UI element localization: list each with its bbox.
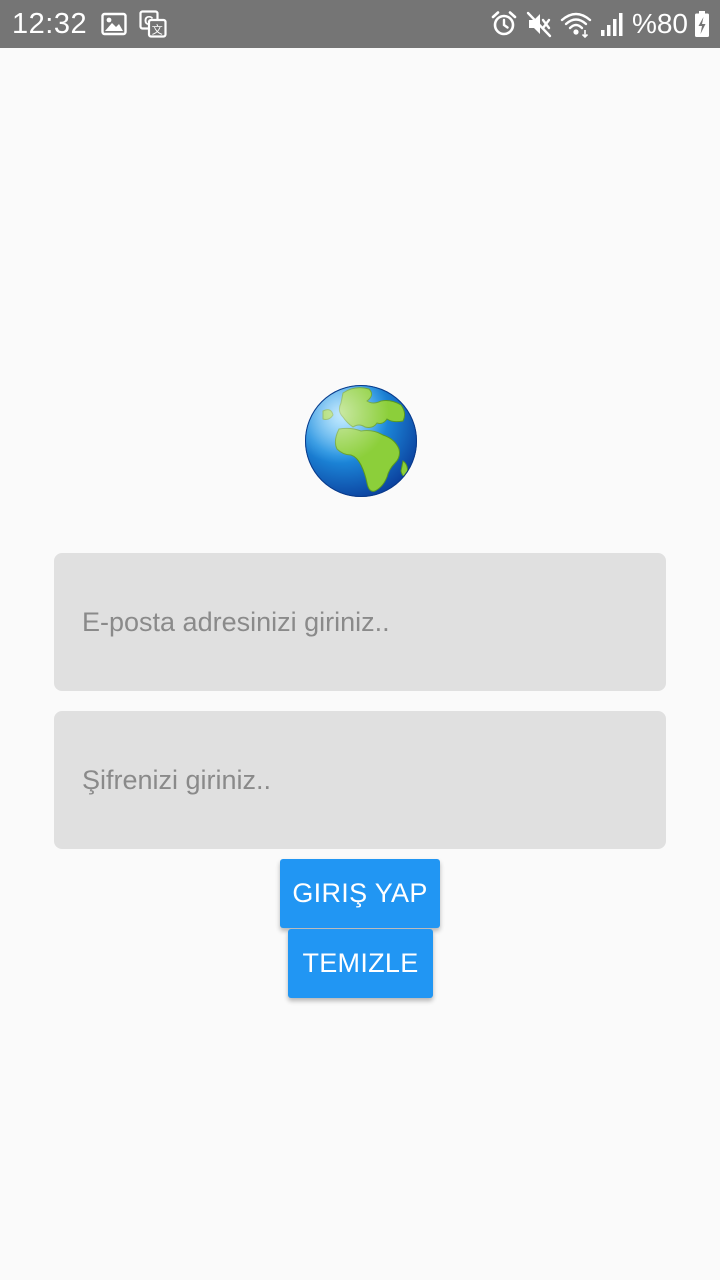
mute-icon — [526, 10, 552, 38]
signal-icon — [600, 11, 624, 37]
battery-percentage: %80 — [631, 8, 688, 39]
svg-text:文: 文 — [152, 23, 163, 37]
password-field[interactable] — [54, 711, 666, 849]
email-field[interactable] — [54, 553, 666, 691]
globe-logo-icon — [303, 383, 419, 499]
battery-charging-icon — [694, 10, 710, 38]
password-input[interactable] — [82, 764, 638, 796]
alarm-icon — [490, 10, 518, 38]
clear-button[interactable]: TEMIZLE — [288, 929, 433, 998]
wifi-icon — [560, 10, 592, 38]
status-bar-right: %80 — [490, 8, 710, 40]
image-icon — [101, 12, 127, 36]
status-bar-left: 12:32 G 文 — [12, 8, 179, 41]
status-time: 12:32 — [12, 7, 88, 40]
email-input[interactable] — [82, 606, 638, 638]
translate-icon: G 文 — [139, 10, 167, 38]
login-button[interactable]: GIRIŞ YAP — [280, 859, 440, 928]
status-bar: 12:32 G 文 — [0, 0, 720, 48]
